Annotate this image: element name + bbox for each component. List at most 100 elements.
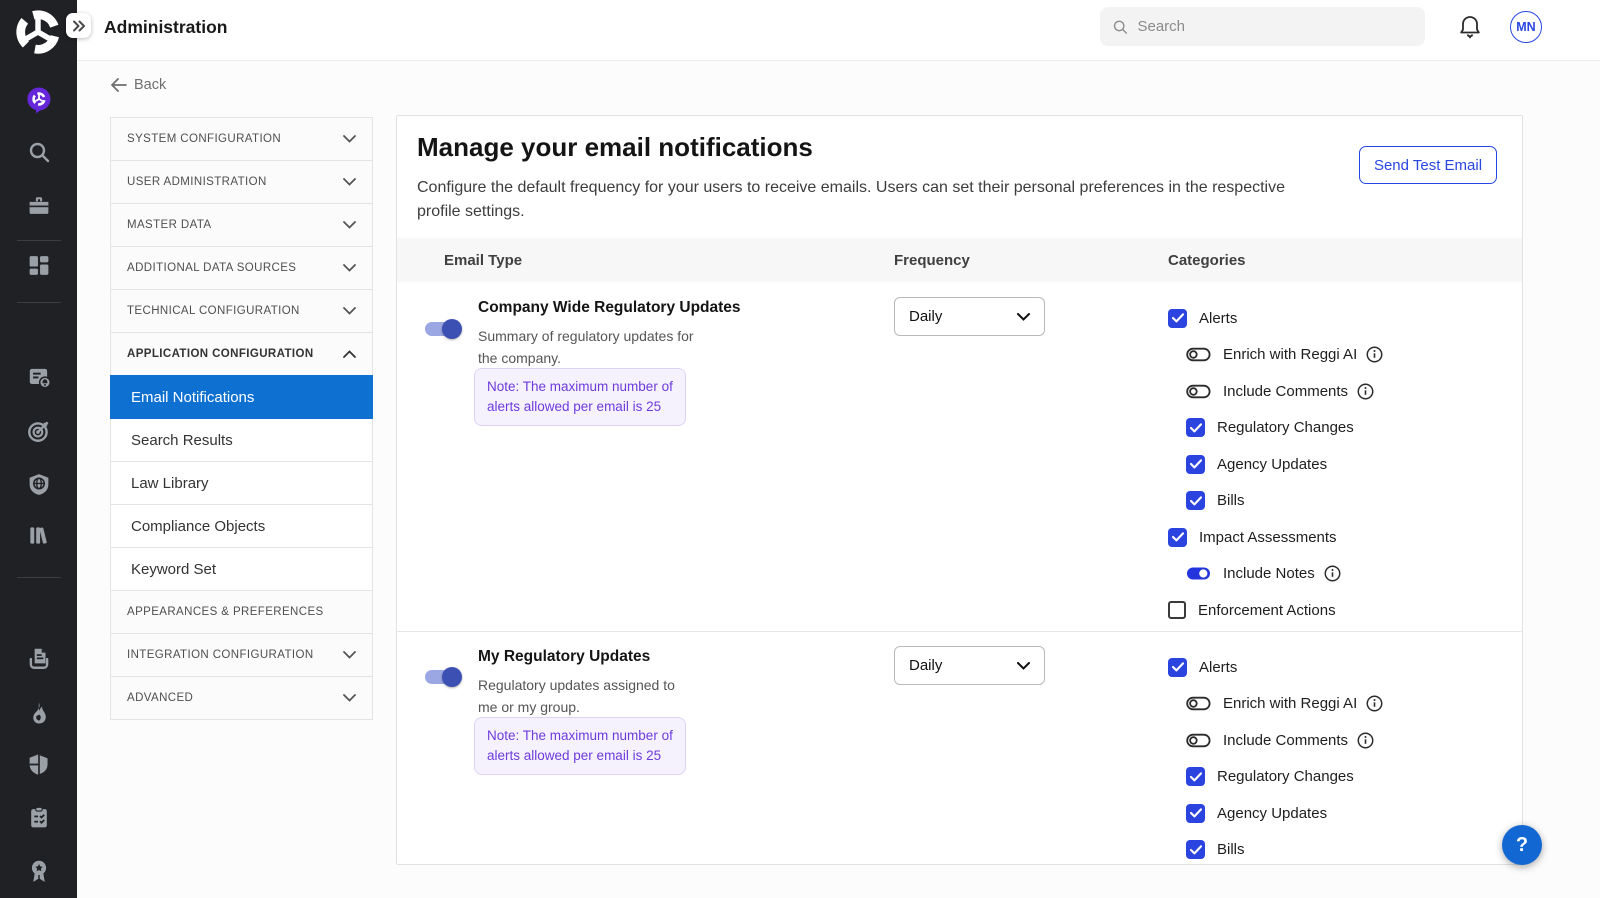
category-label: Include Comments (1223, 732, 1348, 749)
expand-sidebar-button[interactable] (66, 13, 91, 38)
checkbox-checked[interactable] (1168, 658, 1187, 677)
checkbox-checked[interactable] (1168, 528, 1187, 547)
nav-item-label: Search Results (131, 432, 233, 449)
toggle-on-icon[interactable] (1186, 566, 1211, 581)
chevron-down-icon (1017, 662, 1030, 670)
check-icon (1190, 496, 1202, 506)
nav-item-label: Keyword Set (131, 561, 216, 578)
table-row: Company Wide Regulatory Updates Summary … (397, 282, 1522, 631)
email-enabled-toggle[interactable] (424, 319, 460, 339)
toolbox-icon[interactable] (26, 192, 51, 222)
document-tray-icon[interactable] (26, 645, 52, 676)
checkbox-checked[interactable] (1186, 418, 1205, 437)
ai-assistant-icon[interactable] (25, 86, 53, 119)
back-link[interactable]: Back (110, 77, 166, 93)
search-icon[interactable] (27, 140, 51, 169)
panel-title: Manage your email notifications (417, 132, 813, 163)
toggle-off-icon[interactable] (1186, 696, 1211, 711)
category-item: Include Notes (1168, 556, 1383, 593)
checkbox-checked[interactable] (1186, 455, 1205, 474)
category-label: Agency Updates (1217, 456, 1327, 473)
nav-section-technical-configuration[interactable]: TECHNICAL CONFIGURATION (110, 289, 373, 333)
category-item: Bills (1168, 483, 1383, 520)
category-label: Include Notes (1223, 565, 1315, 582)
column-header-email-type: Email Type (444, 238, 522, 282)
category-item: Agency Updates (1168, 446, 1383, 483)
nav-section-label: ADVANCED (127, 692, 193, 704)
nav-section-advanced[interactable]: ADVANCED (110, 676, 373, 720)
badge-icon[interactable] (26, 859, 51, 889)
category-label: Bills (1217, 492, 1245, 509)
email-type-title: My Regulatory Updates (478, 648, 650, 666)
avatar[interactable]: MN (1510, 11, 1542, 43)
checkbox-checked[interactable] (1186, 491, 1205, 510)
shield-globe-icon[interactable] (26, 472, 51, 502)
nav-item-email-notifications[interactable]: Email Notifications (110, 375, 373, 419)
nav-section-master-data[interactable]: MASTER DATA (110, 203, 373, 247)
info-icon[interactable] (1366, 346, 1383, 363)
library-icon[interactable] (26, 522, 52, 553)
checkbox-unchecked[interactable] (1168, 601, 1186, 619)
nav-item-law-library[interactable]: Law Library (110, 461, 373, 505)
nav-item-label: Email Notifications (131, 389, 254, 406)
nav-section-application-configuration[interactable]: APPLICATION CONFIGURATION (110, 332, 373, 376)
info-icon[interactable] (1357, 732, 1374, 749)
clipboard-check-icon[interactable] (26, 805, 51, 835)
chevron-down-icon (343, 307, 356, 315)
nav-item-keyword-set[interactable]: Keyword Set (110, 547, 373, 591)
category-label: Impact Assessments (1199, 529, 1337, 546)
target-icon[interactable] (26, 418, 52, 449)
nav-section-appearances-preferences[interactable]: APPEARANCES & PREFERENCES (110, 590, 373, 634)
email-enabled-toggle[interactable] (424, 667, 460, 687)
nav-section-user-administration[interactable]: USER ADMINISTRATION (110, 160, 373, 204)
frequency-select[interactable]: Daily (894, 297, 1045, 336)
global-search[interactable] (1100, 7, 1425, 46)
checkbox-checked[interactable] (1186, 767, 1205, 786)
send-test-email-button[interactable]: Send Test Email (1359, 146, 1497, 184)
chevron-down-icon (1017, 313, 1030, 321)
nav-section-label: USER ADMINISTRATION (127, 176, 267, 188)
note-chip: Note: The maximum number of alerts allow… (474, 368, 686, 426)
info-icon[interactable] (1357, 383, 1374, 400)
double-chevron-right-icon (72, 20, 86, 32)
shield-icon[interactable] (26, 752, 51, 782)
nav-section-label: INTEGRATION CONFIGURATION (127, 649, 314, 661)
category-label: Enrich with Reggi AI (1223, 695, 1357, 712)
flame-icon[interactable] (26, 700, 51, 730)
checkbox-checked[interactable] (1186, 804, 1205, 823)
category-item: Enrich with Reggi AI (1168, 337, 1383, 374)
toggle-off-icon[interactable] (1186, 347, 1211, 362)
nav-section-system-configuration[interactable]: SYSTEM CONFIGURATION (110, 117, 373, 161)
notifications-box-icon[interactable] (26, 364, 52, 395)
nav-section-label: ADDITIONAL DATA SOURCES (127, 262, 296, 274)
email-type-description: Summary of regulatory updates for the co… (478, 325, 696, 369)
checkbox-checked[interactable] (1168, 309, 1187, 328)
nav-item-label: Law Library (131, 475, 209, 492)
toggle-off-icon[interactable] (1186, 733, 1211, 748)
chevron-down-icon (343, 135, 356, 143)
nav-item-compliance-objects[interactable]: Compliance Objects (110, 504, 373, 548)
category-label: Alerts (1199, 310, 1237, 327)
notifications-bell-icon[interactable] (1458, 14, 1482, 45)
help-button[interactable]: ? (1502, 825, 1542, 865)
chevron-down-icon (343, 651, 356, 659)
nav-section-label: APPLICATION CONFIGURATION (127, 348, 314, 360)
search-input[interactable] (1137, 18, 1413, 35)
info-icon[interactable] (1324, 565, 1341, 582)
nav-item-label: Compliance Objects (131, 518, 265, 535)
toggle-thumb (442, 319, 462, 339)
back-arrow-icon (110, 78, 127, 92)
nav-item-search-results[interactable]: Search Results (110, 418, 373, 462)
check-icon (1190, 772, 1202, 782)
info-icon[interactable] (1366, 695, 1383, 712)
checkbox-checked[interactable] (1186, 840, 1205, 859)
column-header-frequency: Frequency (894, 238, 970, 282)
nav-section-integration-configuration[interactable]: INTEGRATION CONFIGURATION (110, 633, 373, 677)
category-label: Bills (1217, 841, 1245, 858)
frequency-select[interactable]: Daily (894, 646, 1045, 685)
dashboard-icon[interactable] (26, 253, 51, 283)
category-label: Include Comments (1223, 383, 1348, 400)
nav-section-additional-data-sources[interactable]: ADDITIONAL DATA SOURCES (110, 246, 373, 290)
toggle-off-icon[interactable] (1186, 384, 1211, 399)
nav-section-label: APPEARANCES & PREFERENCES (127, 606, 324, 618)
